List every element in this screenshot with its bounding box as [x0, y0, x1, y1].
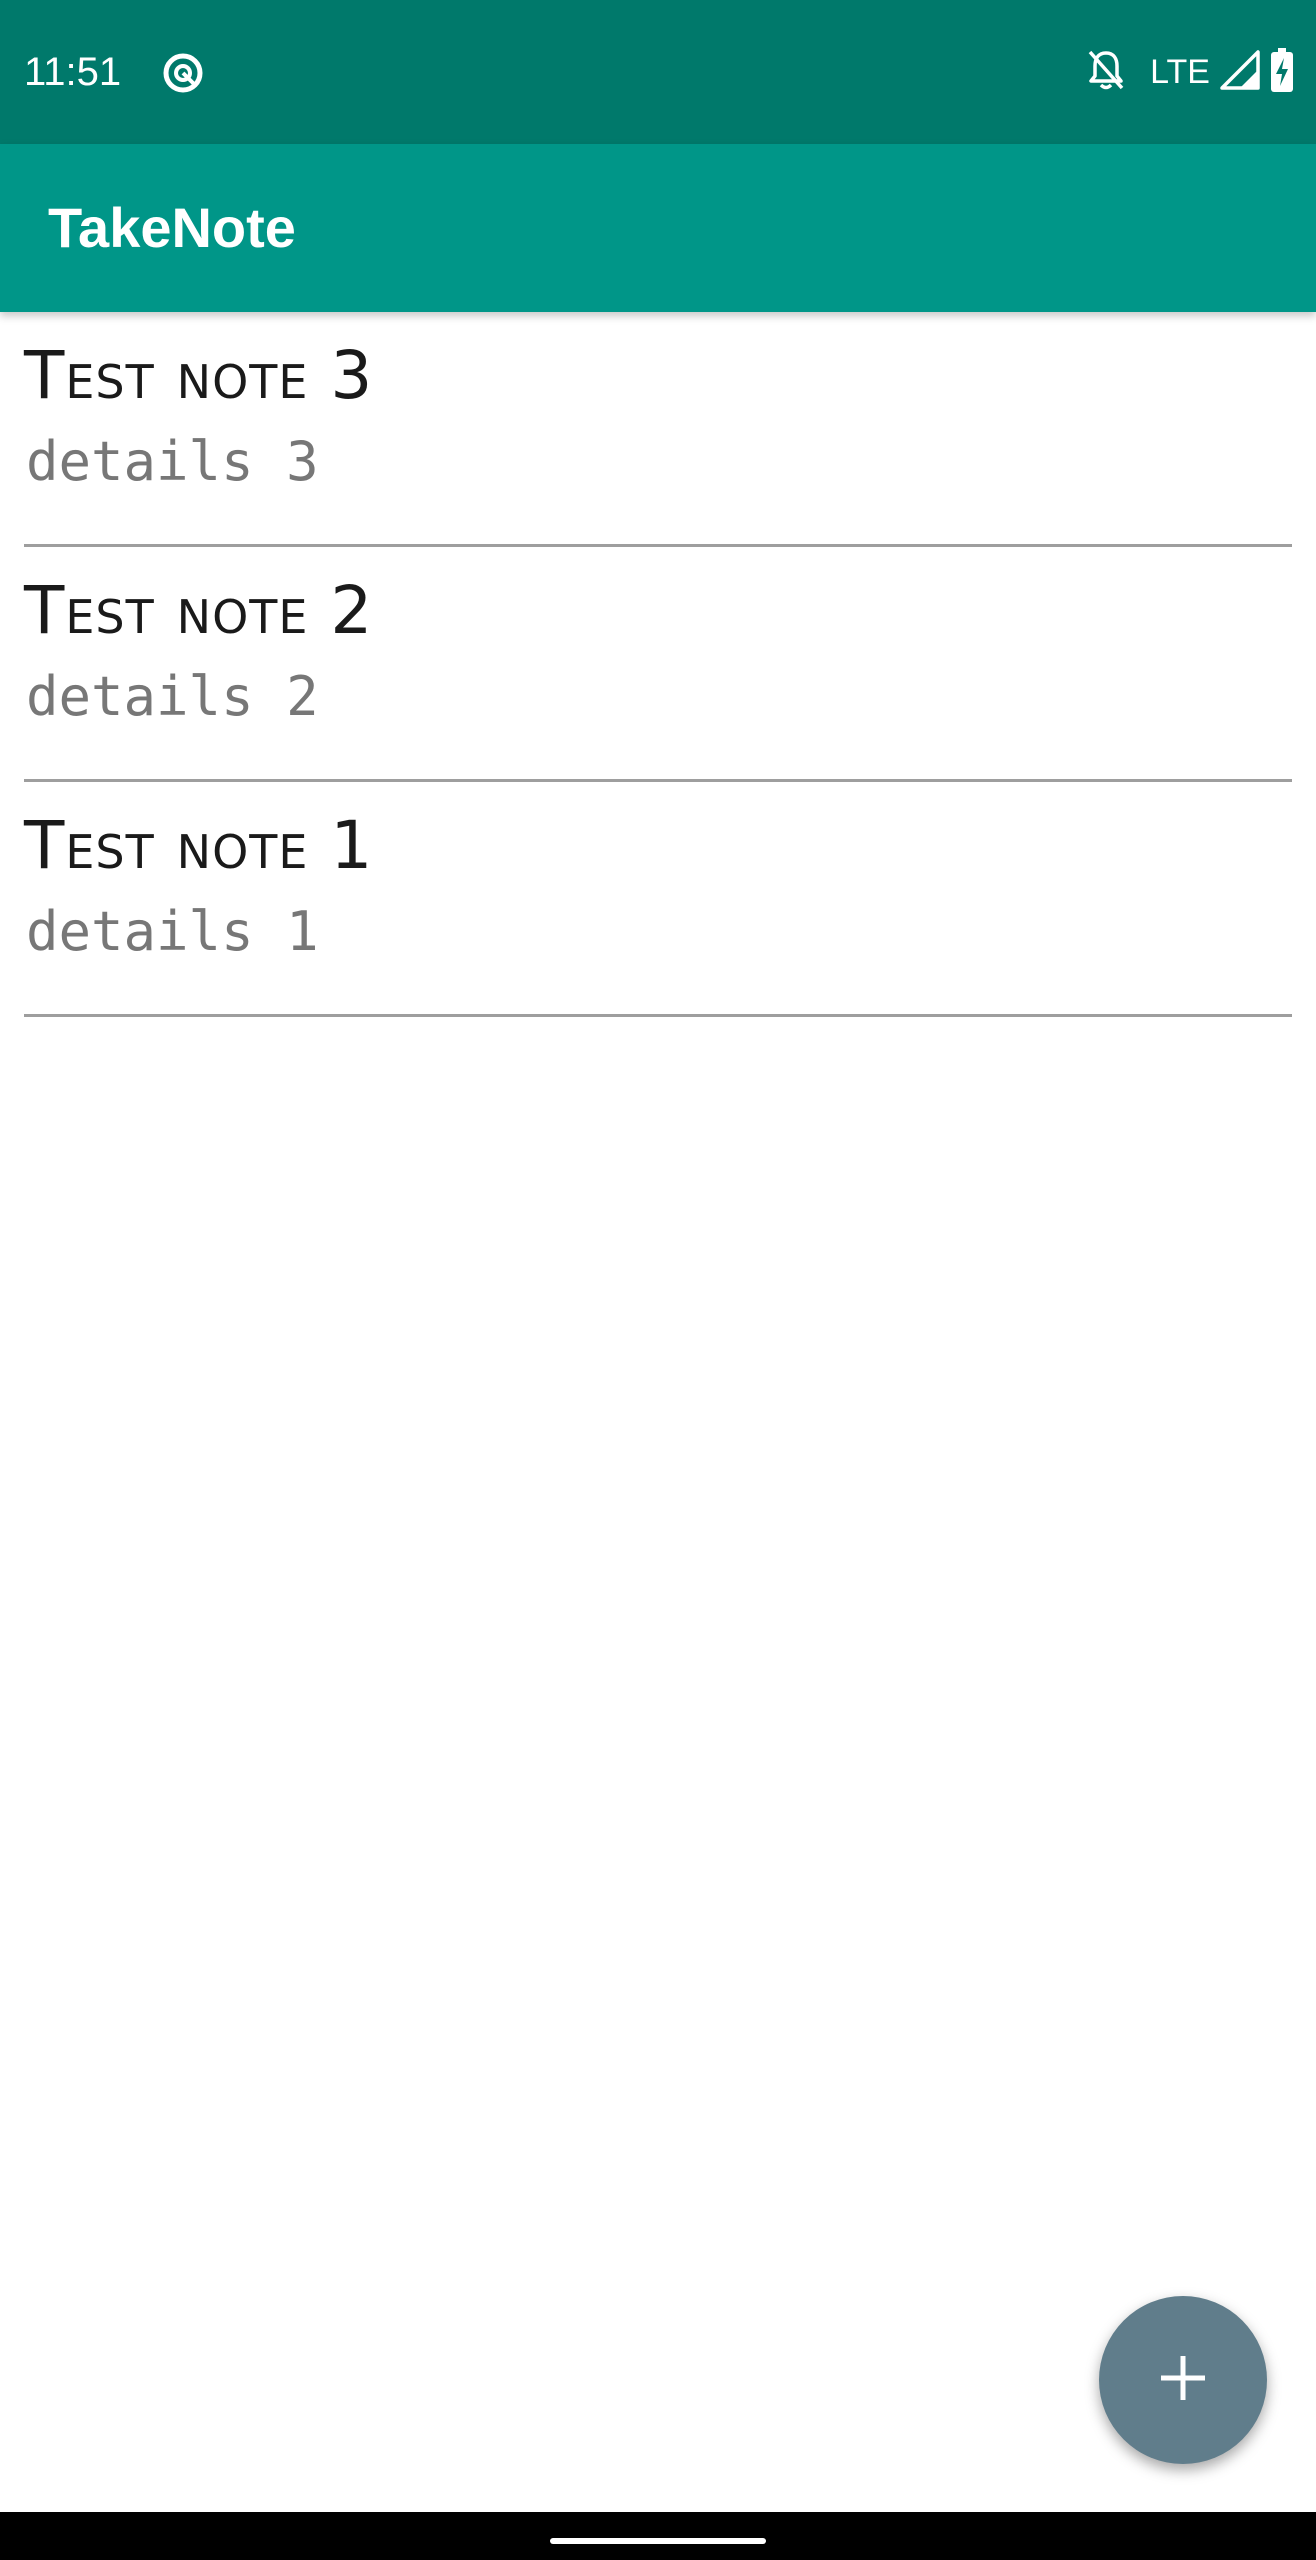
app-bar: TakeNote: [0, 144, 1316, 312]
notifications-off-icon: [1086, 48, 1126, 97]
note-details: details 2: [26, 665, 319, 728]
app-title: TakeNote: [48, 196, 296, 259]
note-title: Test note 2: [24, 572, 374, 649]
note-item[interactable]: Test note 1 details 1: [24, 782, 1292, 1017]
add-note-button[interactable]: [1099, 2296, 1267, 2464]
signal-icon: [1220, 49, 1260, 95]
note-title: Test note 1: [24, 807, 374, 884]
navigation-bar: [0, 2512, 1316, 2560]
note-details: details 3: [26, 430, 319, 493]
note-title: Test note 3: [24, 337, 374, 414]
note-list: Test note 3 details 3 Test note 2 detail…: [0, 312, 1316, 1017]
battery-charging-icon: [1270, 47, 1294, 97]
network-type: LTE: [1150, 53, 1210, 91]
note-item[interactable]: Test note 3 details 3: [24, 312, 1292, 547]
status-icons: LTE: [1086, 47, 1294, 97]
note-item[interactable]: Test note 2 details 2: [24, 547, 1292, 782]
screen: 11:51 LTE TakeNote Test note 3 details 3…: [0, 0, 1316, 2560]
status-bar: 11:51 LTE: [0, 0, 1316, 144]
status-time: 11:51: [24, 50, 122, 94]
add-icon: [1157, 2352, 1209, 2409]
note-details: details 1: [26, 900, 319, 963]
home-gesture-handle[interactable]: [550, 2538, 766, 2544]
data-saver-icon: [160, 50, 206, 96]
